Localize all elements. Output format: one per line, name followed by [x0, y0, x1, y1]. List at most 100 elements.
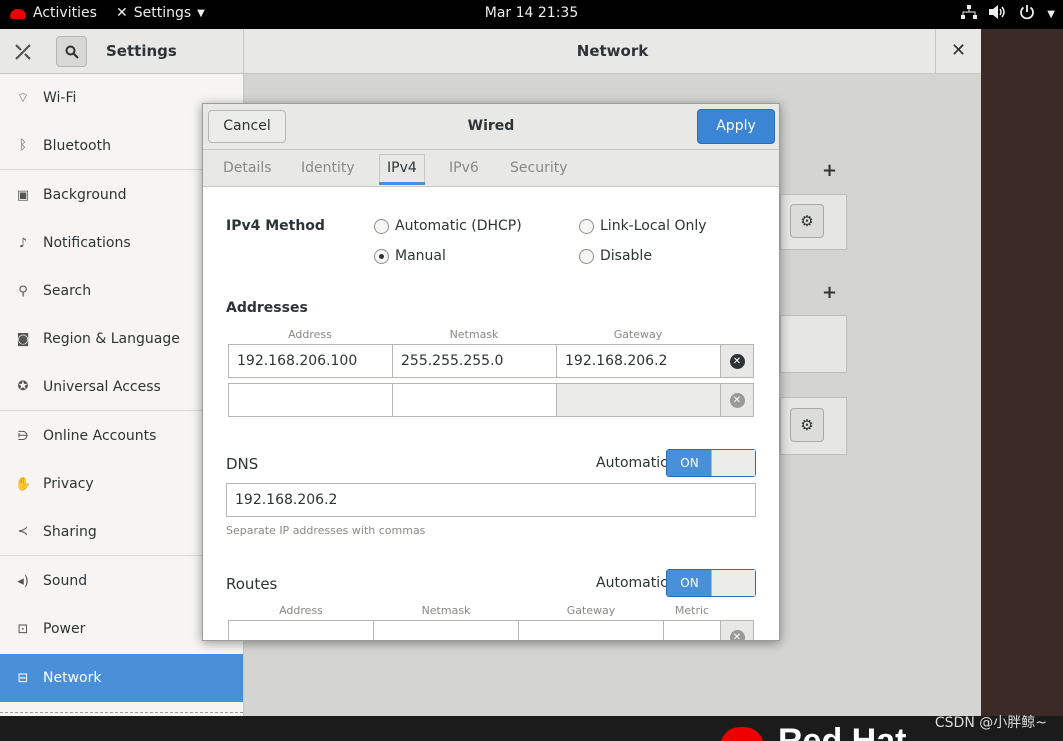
- toggle-on-label: ON: [667, 570, 712, 596]
- dns-automatic-toggle[interactable]: ON: [666, 449, 756, 477]
- wired-dialog: Cancel Wired Apply Details Identity IPv4…: [202, 103, 780, 641]
- route-gateway-input[interactable]: [518, 620, 664, 640]
- close-circle-icon: ✕: [729, 354, 745, 369]
- address-input[interactable]: [228, 383, 393, 417]
- routes-label: Routes: [226, 575, 278, 593]
- toggle-knob: [711, 570, 755, 596]
- address-column-header: Address: [288, 328, 332, 341]
- sidebar-title: Settings: [106, 42, 177, 60]
- route-address-column-header: Address: [279, 604, 323, 617]
- routes-automatic-label: Automatic: [596, 575, 668, 591]
- route-netmask-column-header: Netmask: [421, 604, 471, 617]
- chevron-down-icon: ▼: [1047, 8, 1055, 20]
- panel-header: Network ✕: [244, 29, 981, 74]
- method-automatic-radio[interactable]: Automatic (DHCP): [374, 218, 522, 234]
- sidebar-item-label: Sound: [43, 573, 88, 589]
- redhat-logo: Red Hat: [720, 724, 906, 741]
- tab-ipv6[interactable]: IPv6: [449, 160, 479, 176]
- dns-hint: Separate IP addresses with commas: [226, 524, 426, 537]
- delete-address-button[interactable]: ✕: [720, 344, 754, 378]
- tab-security[interactable]: Security: [510, 160, 568, 176]
- search-button[interactable]: [56, 36, 87, 67]
- proxy-settings-button[interactable]: ⚙: [790, 408, 824, 442]
- tab-ipv4[interactable]: IPv4: [379, 154, 425, 185]
- search-icon: ⚲: [18, 283, 28, 299]
- sidebar-item-label: Network: [43, 670, 102, 686]
- add-vpn-icon[interactable]: +: [822, 282, 837, 303]
- routes-automatic-toggle[interactable]: ON: [666, 569, 756, 597]
- hand-icon: ✋: [15, 476, 32, 492]
- route-gateway-column-header: Gateway: [566, 604, 616, 617]
- radio-checked-icon: [374, 248, 389, 264]
- ipv4-method-label: IPv4 Method: [226, 218, 325, 234]
- vpn-card: [780, 315, 847, 373]
- route-metric-input[interactable]: [663, 620, 721, 640]
- delete-address-button[interactable]: ✕: [720, 383, 754, 417]
- dns-label: DNS: [226, 455, 259, 473]
- radio-label: Link-Local Only: [600, 218, 707, 234]
- add-connection-icon[interactable]: +: [822, 160, 837, 181]
- gateway-input[interactable]: [556, 383, 721, 417]
- close-button[interactable]: ✕: [935, 29, 981, 74]
- tab-details[interactable]: Details: [223, 160, 272, 176]
- online-accounts-icon: ⋻: [17, 428, 29, 444]
- power-icon: [1019, 4, 1035, 24]
- sidebar-item-label: Region & Language: [43, 331, 180, 347]
- sidebar-item-label: Universal Access: [43, 378, 161, 395]
- panel-title: Network: [576, 42, 649, 60]
- addresses-label: Addresses: [226, 300, 308, 316]
- dns-input[interactable]: 192.168.206.2: [226, 483, 756, 517]
- gear-icon: ⚙: [800, 416, 814, 434]
- sidebar-item-label: Background: [43, 187, 127, 203]
- bluetooth-icon: ᛒ: [19, 138, 27, 153]
- netmask-input[interactable]: [392, 383, 557, 417]
- sidebar-scroll-edge: [0, 712, 243, 713]
- close-icon: ✕: [950, 40, 967, 61]
- sidebar-header: Settings: [0, 29, 244, 74]
- wired-settings-button[interactable]: ⚙: [790, 204, 824, 238]
- apply-button[interactable]: Apply: [697, 109, 775, 144]
- sidebar-item-label: Privacy: [43, 476, 94, 492]
- method-manual-radio[interactable]: Manual: [374, 248, 446, 264]
- dialog-header: Cancel Wired Apply: [203, 104, 779, 150]
- close-circle-icon: ✕: [729, 393, 745, 408]
- method-link-local-radio[interactable]: Link-Local Only: [579, 218, 707, 234]
- accessibility-icon: ✪: [17, 379, 29, 394]
- clock[interactable]: Mar 14 21:35: [0, 5, 1063, 21]
- radio-icon: [579, 248, 594, 264]
- volume-icon: [989, 5, 1007, 23]
- address-input[interactable]: 192.168.206.100: [228, 344, 393, 378]
- netmask-input[interactable]: 255.255.255.0: [392, 344, 557, 378]
- network-icon: ⊟: [17, 670, 29, 686]
- watermark: CSDN @小胖鲸~: [934, 715, 1047, 731]
- speaker-icon: ◂): [17, 573, 29, 589]
- route-address-input[interactable]: [228, 620, 374, 640]
- desktop-wallpaper-bottom: Red Hat: [0, 716, 1063, 741]
- delete-route-button[interactable]: ✕: [720, 620, 754, 640]
- netmask-column-header: Netmask: [449, 328, 499, 341]
- sidebar-item-network[interactable]: ⊟ Network: [0, 654, 243, 702]
- radio-label: Disable: [600, 248, 652, 264]
- sidebar-item-label: Online Accounts: [43, 428, 157, 444]
- tools-icon: [14, 43, 32, 65]
- dialog-tabs: Details Identity IPv4 IPv6 Security: [203, 150, 779, 187]
- dialog-title: Wired: [467, 118, 515, 134]
- radio-icon: [579, 218, 594, 234]
- system-tray[interactable]: ▼: [961, 4, 1055, 24]
- dns-automatic-label: Automatic: [596, 455, 668, 471]
- wifi-icon: ⌔: [16, 91, 30, 106]
- search-icon: [65, 45, 79, 59]
- close-circle-icon: ✕: [729, 630, 745, 640]
- toggle-knob: [711, 450, 755, 476]
- camera-icon: ◙: [16, 331, 30, 347]
- method-disable-radio[interactable]: Disable: [579, 248, 652, 264]
- route-metric-column-header: Metric: [674, 604, 710, 617]
- sidebar-item-label: Power: [43, 621, 86, 637]
- gear-icon: ⚙: [800, 212, 814, 230]
- sidebar-item-label: Notifications: [43, 235, 131, 251]
- share-icon: ≺: [17, 524, 29, 539]
- tab-identity[interactable]: Identity: [301, 160, 355, 176]
- gateway-input[interactable]: 192.168.206.2: [556, 344, 721, 378]
- route-netmask-input[interactable]: [373, 620, 519, 640]
- network-icon: [961, 5, 978, 23]
